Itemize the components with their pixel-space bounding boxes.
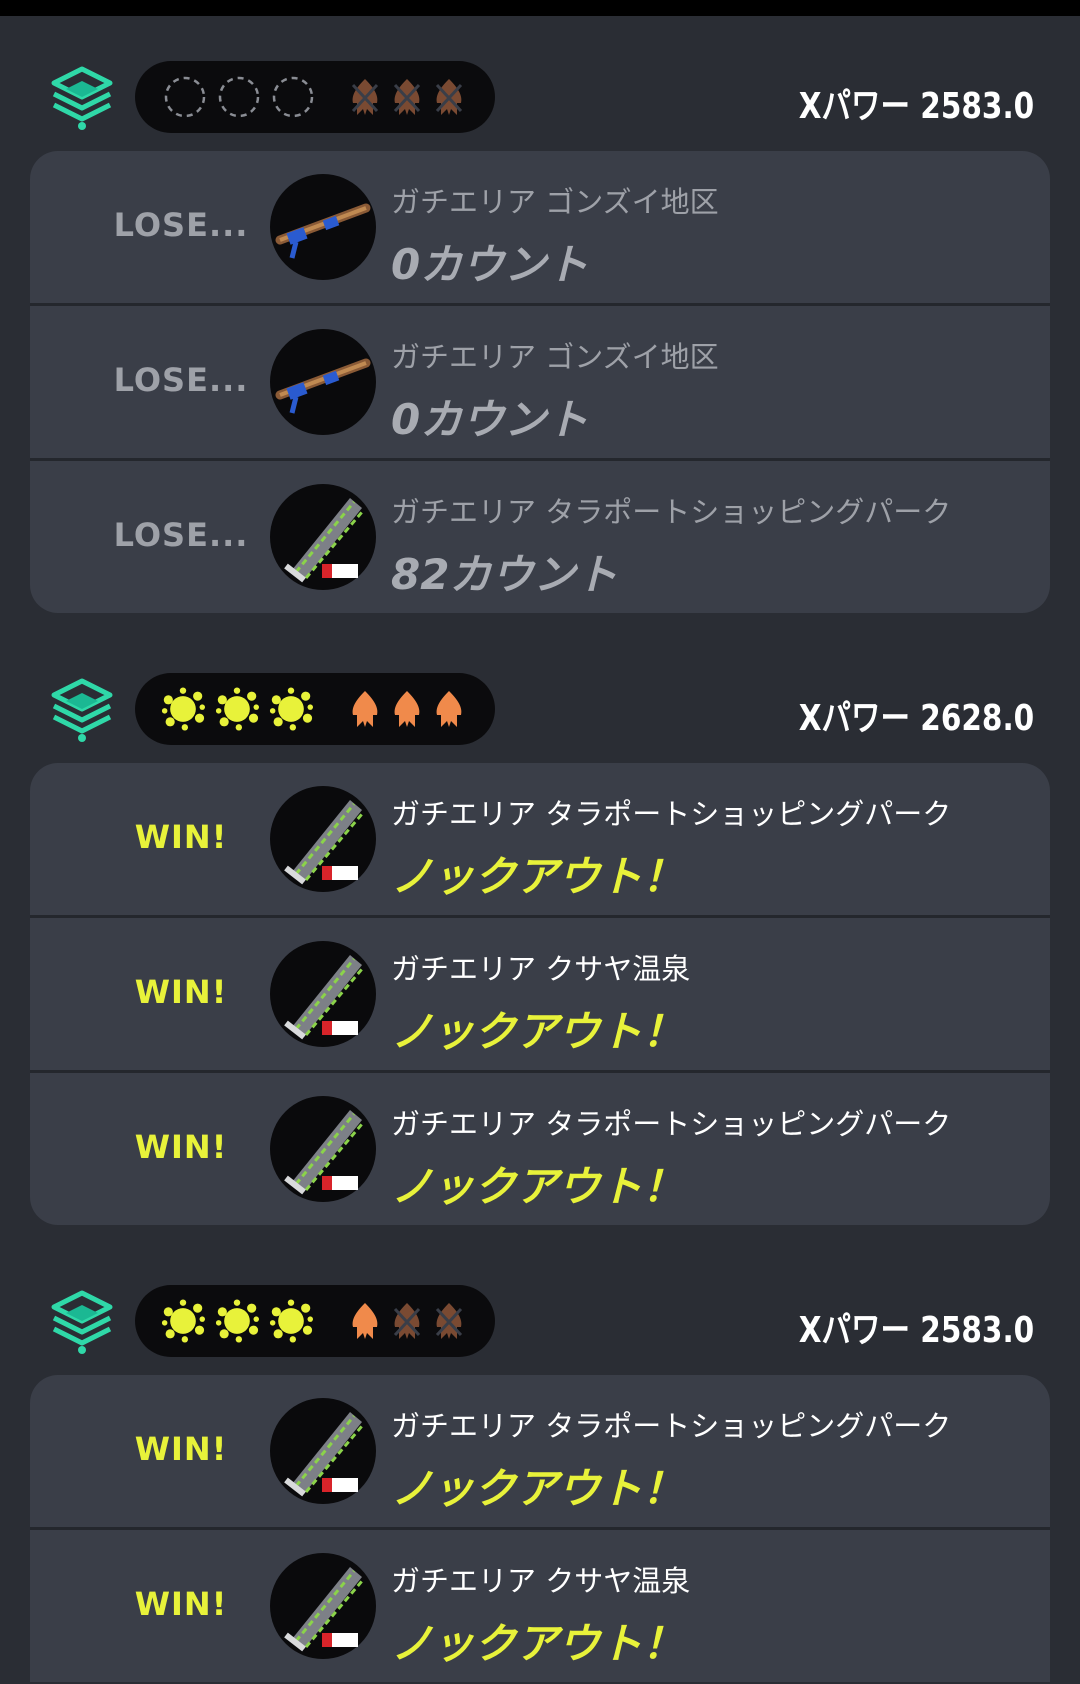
battle-list: LOSE... ガチエリア ゴンズイ地区 0カウント LOSE... ガチエリア… — [30, 151, 1050, 613]
score-text: 0カウント — [391, 395, 589, 444]
splatana-icon — [270, 1398, 376, 1504]
battle-row[interactable]: WIN! ガチエリア タラポートショッピングパーク ノックアウト！ — [30, 1375, 1050, 1527]
empty-game-marker-icon — [164, 76, 206, 118]
score-text: ノックアウト！ — [391, 1619, 685, 1668]
lost-squid-icon — [435, 79, 463, 115]
splatana-icon — [270, 941, 376, 1047]
set-header: Xパワー 2583.0 — [0, 1281, 1080, 1361]
stage-name: ガチエリア タラポートショッピングパーク — [391, 1107, 952, 1141]
splatana-icon — [270, 786, 376, 892]
lost-squid-icon — [393, 1303, 421, 1339]
score-text: 0カウント — [391, 240, 589, 289]
result-label: WIN! — [134, 818, 228, 856]
battle-list: WIN! ガチエリア タラポートショッピングパーク ノックアウト！ WIN! ガ… — [30, 1375, 1050, 1682]
squiffer-icon — [270, 329, 376, 435]
ko-squid-icon — [352, 1303, 378, 1339]
xpower-value: Xパワー 2628.0 — [798, 698, 1034, 739]
stage-name: ガチエリア タラポートショッピングパーク — [391, 495, 952, 529]
set-result-bar — [135, 61, 495, 133]
battle-row[interactable]: LOSE... ガチエリア ゴンズイ地区 0カウント — [30, 303, 1050, 458]
empty-game-marker-icon — [218, 76, 260, 118]
stage-name: ガチエリア クサヤ温泉 — [391, 1564, 691, 1598]
splatana-icon — [270, 1096, 376, 1202]
win-splat-icon — [161, 687, 205, 731]
score-text: 82カウント — [391, 550, 618, 599]
score-text: ノックアウト！ — [391, 1464, 685, 1513]
battle-row[interactable]: WIN! ガチエリア クサヤ温泉 ノックアウト！ — [30, 1527, 1050, 1682]
result-label: WIN! — [134, 1585, 228, 1623]
splat-zones-icon — [51, 66, 113, 130]
xpower-value: Xパワー 2583.0 — [798, 86, 1034, 127]
set-result-bar — [135, 673, 495, 745]
result-label: LOSE... — [113, 206, 249, 244]
battle-row[interactable]: WIN! ガチエリア タラポートショッピングパーク ノックアウト！ — [30, 763, 1050, 915]
stage-name: ガチエリア ゴンズイ地区 — [391, 185, 719, 219]
result-label: LOSE... — [113, 516, 249, 554]
result-label: LOSE... — [113, 361, 249, 399]
score-text: ノックアウト！ — [391, 1162, 685, 1211]
ko-squid-icon — [394, 691, 420, 727]
win-splat-icon — [269, 687, 313, 731]
status-bar — [0, 0, 1080, 16]
splat-zones-icon — [51, 1290, 113, 1354]
result-label: WIN! — [134, 973, 228, 1011]
battle-list: WIN! ガチエリア タラポートショッピングパーク ノックアウト！ WIN! ガ… — [30, 763, 1050, 1225]
splatana-icon — [270, 484, 376, 590]
stage-name: ガチエリア タラポートショッピングパーク — [391, 1409, 952, 1443]
ko-squid-icon — [436, 691, 462, 727]
stage-name: ガチエリア タラポートショッピングパーク — [391, 797, 952, 831]
squiffer-icon — [270, 174, 376, 280]
score-text: ノックアウト！ — [391, 852, 685, 901]
battle-row[interactable]: LOSE... ガチエリア タラポートショッピングパーク 82カウント — [30, 458, 1050, 613]
set-header: Xパワー 2583.0 — [0, 57, 1080, 137]
lost-squid-icon — [435, 1303, 463, 1339]
battle-row[interactable]: WIN! ガチエリア クサヤ温泉 ノックアウト！ — [30, 915, 1050, 1070]
battle-row[interactable]: LOSE... ガチエリア ゴンズイ地区 0カウント — [30, 151, 1050, 303]
lost-squid-icon — [393, 79, 421, 115]
battle-row[interactable]: WIN! ガチエリア タラポートショッピングパーク ノックアウト！ — [30, 1070, 1050, 1225]
set-header: Xパワー 2628.0 — [0, 669, 1080, 749]
ko-squid-icon — [352, 691, 378, 727]
result-label: WIN! — [134, 1128, 228, 1166]
stage-name: ガチエリア ゴンズイ地区 — [391, 340, 719, 374]
set-result-bar — [135, 1285, 495, 1357]
win-splat-icon — [215, 687, 259, 731]
score-text: ノックアウト！ — [391, 1007, 685, 1056]
splatana-icon — [270, 1553, 376, 1659]
splat-zones-icon — [51, 678, 113, 742]
empty-game-marker-icon — [272, 76, 314, 118]
xpower-value: Xパワー 2583.0 — [798, 1310, 1034, 1351]
win-splat-icon — [269, 1299, 313, 1343]
lost-squid-icon — [351, 79, 379, 115]
stage-name: ガチエリア クサヤ温泉 — [391, 952, 691, 986]
win-splat-icon — [215, 1299, 259, 1343]
result-label: WIN! — [134, 1430, 228, 1468]
win-splat-icon — [161, 1299, 205, 1343]
